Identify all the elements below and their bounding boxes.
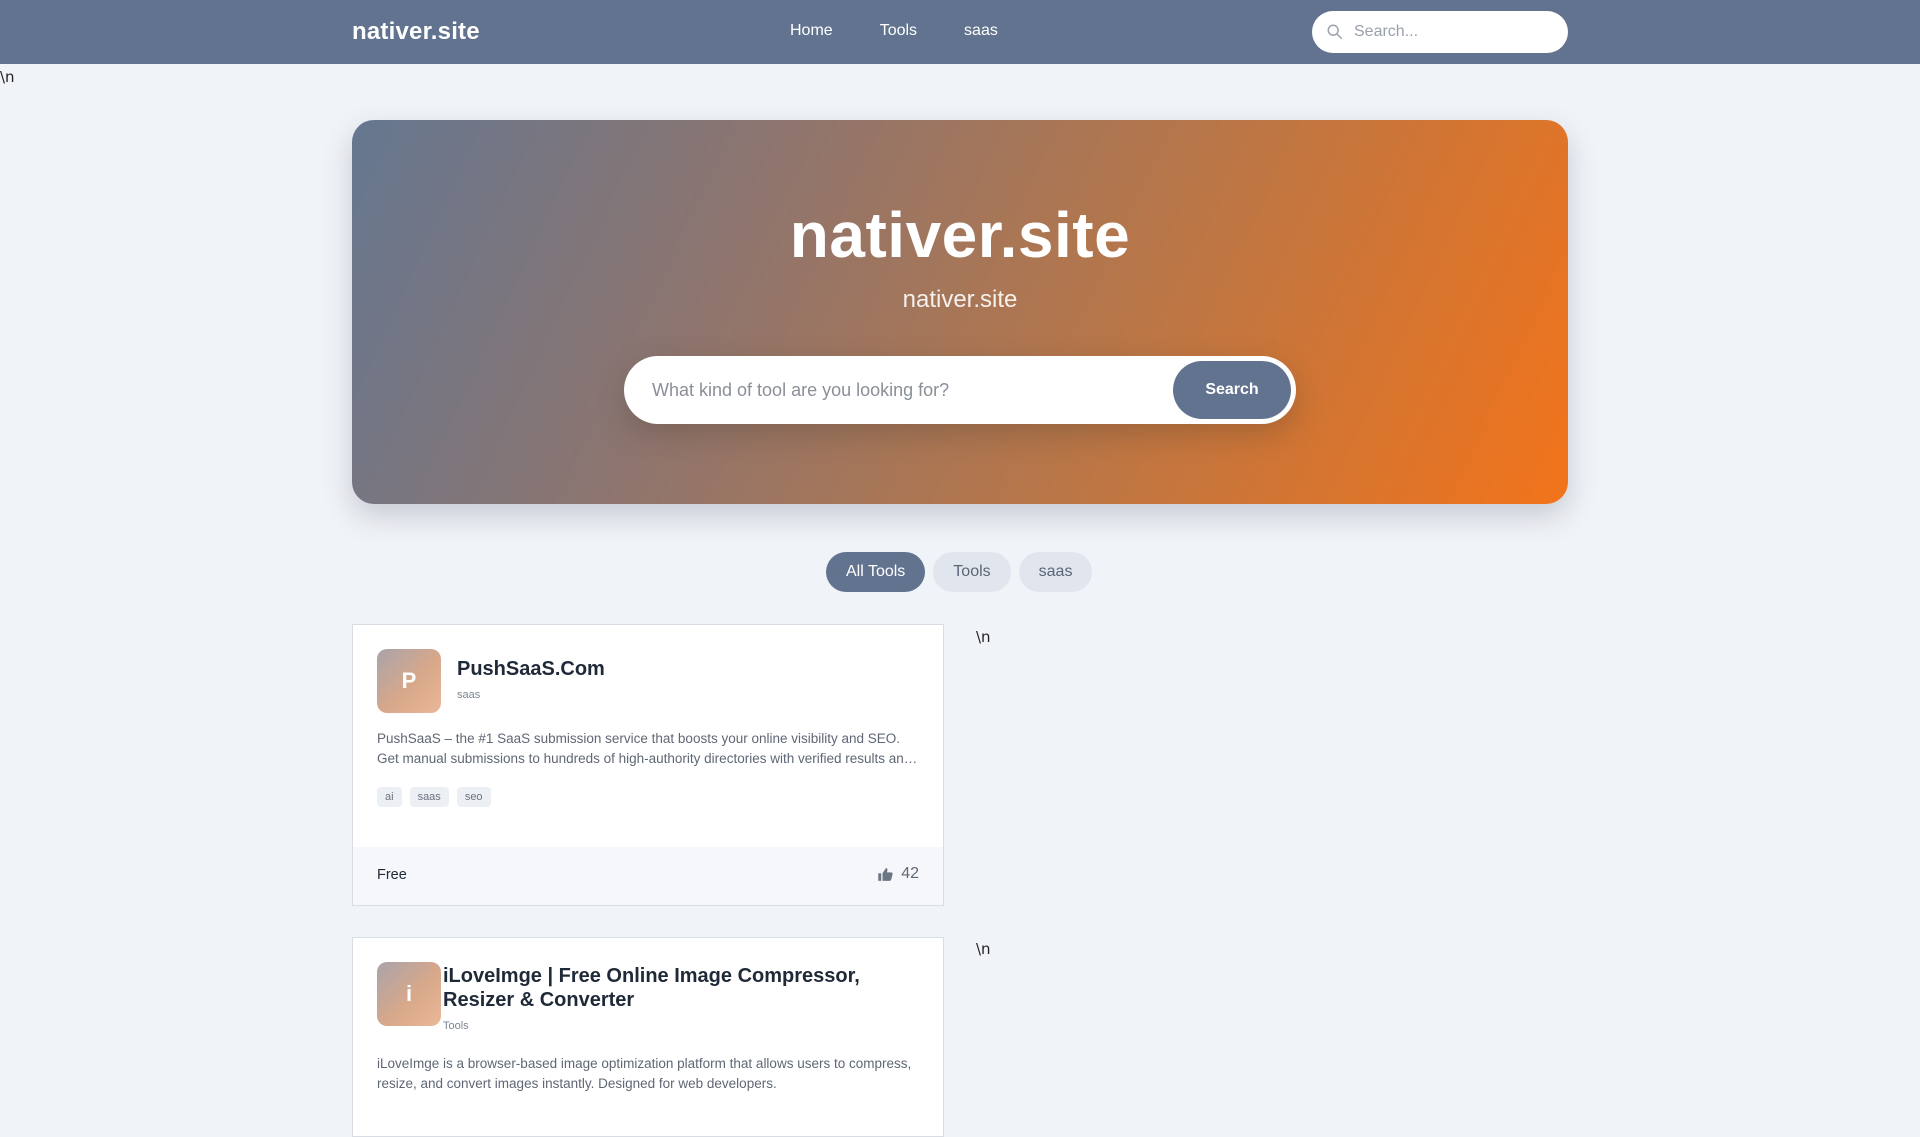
tool-category: Tools (443, 1020, 469, 1032)
category-pill-tools[interactable]: Tools (933, 552, 1011, 592)
tool-logo: i (377, 962, 441, 1026)
tool-card[interactable]: i iLoveImge | Free Online Image Compress… (352, 937, 944, 1137)
tool-category: saas (457, 689, 481, 701)
stray-newline-text: \n (976, 940, 991, 958)
category-filter: All Tools Tools saas (826, 552, 1093, 592)
nav-link-home[interactable]: Home (790, 22, 833, 40)
nav-links: Home Tools saas (790, 22, 998, 40)
nav-search-input[interactable] (1354, 23, 1554, 41)
hero-search-button[interactable]: Search (1173, 361, 1291, 419)
hero-search-box: Search (624, 356, 1296, 424)
tool-card-footer: Free 42 (353, 847, 943, 905)
thumbs-up-icon (878, 867, 893, 881)
hero-banner: nativer.site nativer.site Search (352, 120, 1568, 504)
hero-title: nativer.site (789, 199, 1131, 271)
nav-search-box[interactable] (1312, 11, 1568, 53)
nav-link-saas[interactable]: saas (964, 22, 998, 40)
tag[interactable]: seo (456, 787, 491, 807)
like-button[interactable]: 42 (877, 865, 919, 883)
like-count: 42 (901, 865, 919, 882)
stray-newline-text: \n (0, 68, 15, 86)
tool-logo: P (377, 649, 441, 713)
category-pill-saas[interactable]: saas (1018, 552, 1093, 592)
tool-description: PushSaaS – the #1 SaaS submission servic… (377, 731, 912, 766)
tool-description: iLoveImge is a browser-based image optim… (377, 1056, 912, 1091)
category-pill-all-tools[interactable]: All Tools (826, 552, 926, 592)
stray-newline-text: \n (976, 628, 991, 646)
brand-logo[interactable]: nativer.site (352, 18, 480, 46)
hero-search-input[interactable] (652, 379, 1172, 401)
search-icon (1327, 24, 1343, 40)
tool-tags: ai saas seo (377, 787, 491, 807)
hero-subtitle: nativer.site (902, 286, 1018, 313)
navbar: nativer.site Home Tools saas (0, 0, 1920, 64)
nav-link-tools[interactable]: Tools (880, 22, 917, 40)
price-label: Free (377, 867, 407, 883)
tool-title[interactable]: PushSaaS.Com (457, 657, 917, 681)
tool-card[interactable]: P PushSaaS.Com saas PushSaaS – the #1 Sa… (352, 624, 944, 906)
tag[interactable]: ai (377, 787, 402, 807)
tag[interactable]: saas (409, 787, 449, 807)
tool-title[interactable]: iLoveImge | Free Online Image Compressor… (443, 964, 903, 1012)
